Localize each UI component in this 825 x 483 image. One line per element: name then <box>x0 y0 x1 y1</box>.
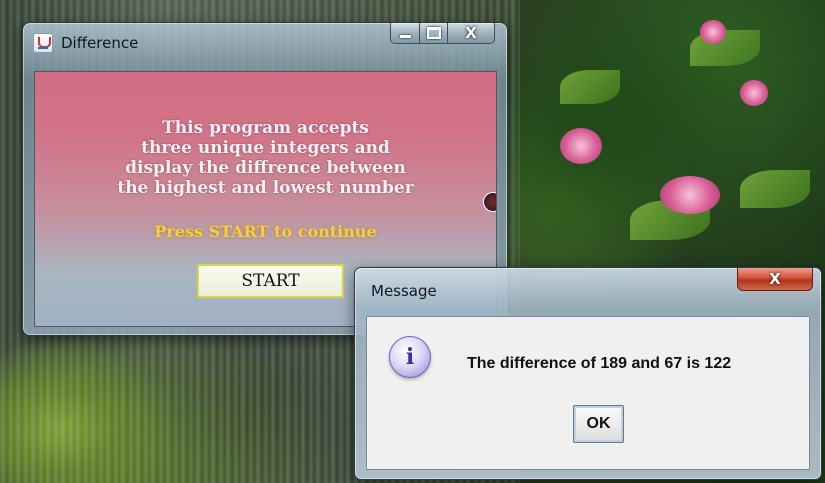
wallpaper-leaf <box>740 170 810 208</box>
program-description: This program accepts three unique intege… <box>35 118 496 198</box>
dialog-content: i The difference of 189 and 67 is 122 OK <box>366 316 810 470</box>
ok-button[interactable]: OK <box>573 405 624 443</box>
minimize-icon <box>399 34 411 38</box>
window-title: Difference <box>61 34 139 52</box>
dialog-title: Message <box>371 282 437 300</box>
description-line: the highest and lowest number <box>117 178 414 198</box>
maximize-button[interactable] <box>420 23 448 44</box>
wallpaper-flower <box>700 20 726 44</box>
wallpaper-leaf <box>560 70 620 104</box>
dialog-close-button[interactable]: X <box>737 268 813 291</box>
close-icon: X <box>769 270 781 288</box>
start-button[interactable]: START <box>197 264 344 298</box>
message-dialog: Message X i The difference of 189 and 67… <box>354 267 822 480</box>
minimize-button[interactable] <box>390 23 420 44</box>
window-title-bar[interactable]: Difference <box>33 31 138 55</box>
dialog-message: The difference of 189 and 67 is 122 <box>467 355 732 372</box>
close-icon: X <box>465 24 477 42</box>
description-line: This program accepts <box>162 118 369 138</box>
wallpaper-flower <box>660 176 720 214</box>
start-prompt: Press START to continue <box>154 222 377 241</box>
maximize-icon <box>426 27 441 39</box>
java-icon <box>33 33 53 53</box>
wallpaper-flower <box>560 128 602 164</box>
description-line: three unique integers and <box>141 138 390 158</box>
info-icon: i <box>389 336 431 378</box>
close-button[interactable]: X <box>448 23 495 44</box>
decorative-badge-icon <box>483 192 496 212</box>
wallpaper-flower <box>740 80 768 106</box>
caption-buttons: X <box>390 23 495 44</box>
description-line: display the diffrence between <box>125 158 406 178</box>
